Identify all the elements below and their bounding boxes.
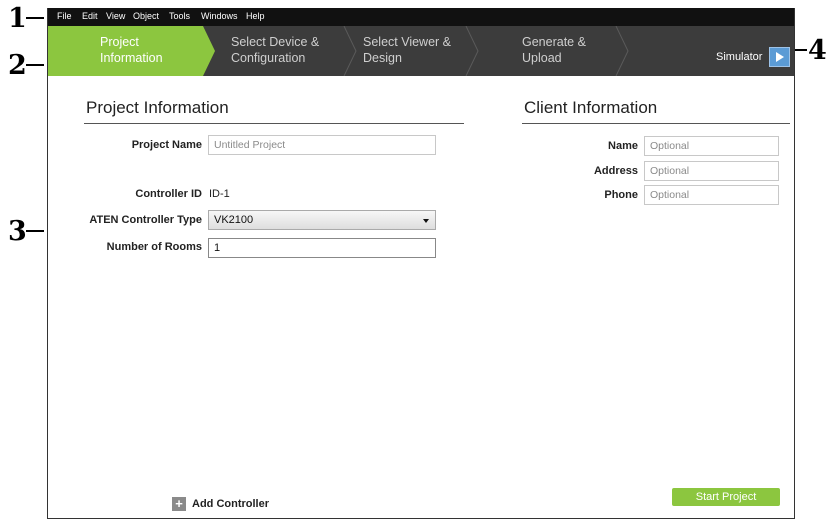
menu-bar: File Edit View Object Tools Windows Help bbox=[48, 8, 794, 26]
project-name-input[interactable]: Untitled Project bbox=[208, 135, 436, 155]
menu-file[interactable]: File bbox=[57, 11, 72, 21]
project-name-label: Project Name bbox=[131, 139, 202, 151]
menu-windows[interactable]: Windows bbox=[201, 11, 238, 21]
step-label-line2: Configuration bbox=[231, 51, 306, 65]
client-phone-input[interactable]: Optional bbox=[644, 185, 779, 205]
callout-3-line bbox=[26, 230, 44, 232]
menu-view[interactable]: View bbox=[106, 11, 125, 21]
client-section-rule bbox=[522, 123, 790, 124]
client-name-label: Name bbox=[608, 140, 638, 152]
chevron-down-icon bbox=[423, 219, 429, 223]
menu-tools[interactable]: Tools bbox=[169, 11, 190, 21]
controller-type-select[interactable]: VK2100 bbox=[208, 210, 436, 230]
step-label-line2: Design bbox=[363, 51, 402, 65]
callout-3: 3 bbox=[8, 216, 27, 247]
app-window: File Edit View Object Tools Windows Help… bbox=[47, 8, 795, 519]
step-divider bbox=[465, 26, 479, 76]
step-label-line2: Upload bbox=[522, 51, 562, 65]
project-section-rule bbox=[84, 123, 464, 124]
callout-1: 1 bbox=[8, 3, 27, 34]
step-label-line1: Select Viewer & bbox=[363, 35, 452, 49]
project-section-title: Project Information bbox=[86, 98, 229, 117]
add-controller-button[interactable]: Add Controller bbox=[192, 498, 269, 510]
controller-id-value: ID-1 bbox=[209, 188, 230, 200]
client-phone-label: Phone bbox=[604, 189, 638, 201]
client-address-label: Address bbox=[593, 165, 638, 177]
callout-2-line bbox=[26, 64, 44, 66]
step-divider bbox=[343, 26, 357, 76]
callout-4-line bbox=[793, 49, 807, 51]
rooms-input[interactable]: 1 bbox=[208, 238, 436, 258]
play-icon bbox=[776, 52, 784, 62]
add-icon[interactable]: + bbox=[172, 497, 186, 511]
step-divider bbox=[615, 26, 629, 76]
controller-id-label: Controller ID bbox=[135, 188, 202, 200]
menu-object[interactable]: Object bbox=[133, 11, 159, 21]
step-label-line2: Information bbox=[100, 51, 163, 65]
callout-1-line bbox=[26, 17, 44, 19]
menu-help[interactable]: Help bbox=[246, 11, 265, 21]
client-name-input[interactable]: Optional bbox=[644, 136, 779, 156]
callout-4: 4 bbox=[808, 35, 827, 66]
client-address-input[interactable]: Optional bbox=[644, 161, 779, 181]
wizard-bar: Project Information Select Device & Conf… bbox=[48, 26, 794, 76]
controller-type-value: VK2100 bbox=[214, 214, 254, 226]
step-label-line1: Select Device & bbox=[231, 35, 320, 49]
start-project-button[interactable]: Start Project bbox=[672, 488, 780, 506]
client-section-title: Client Information bbox=[524, 98, 658, 117]
simulator-button[interactable] bbox=[769, 47, 790, 67]
simulator-label: Simulator bbox=[716, 51, 763, 63]
callout-2: 2 bbox=[8, 50, 27, 81]
step-label-line1: Project bbox=[100, 35, 139, 49]
step-label-line1: Generate & bbox=[522, 35, 586, 49]
controller-type-label: ATEN Controller Type bbox=[89, 214, 202, 226]
menu-edit[interactable]: Edit bbox=[82, 11, 98, 21]
rooms-label: Number of Rooms bbox=[106, 241, 202, 253]
